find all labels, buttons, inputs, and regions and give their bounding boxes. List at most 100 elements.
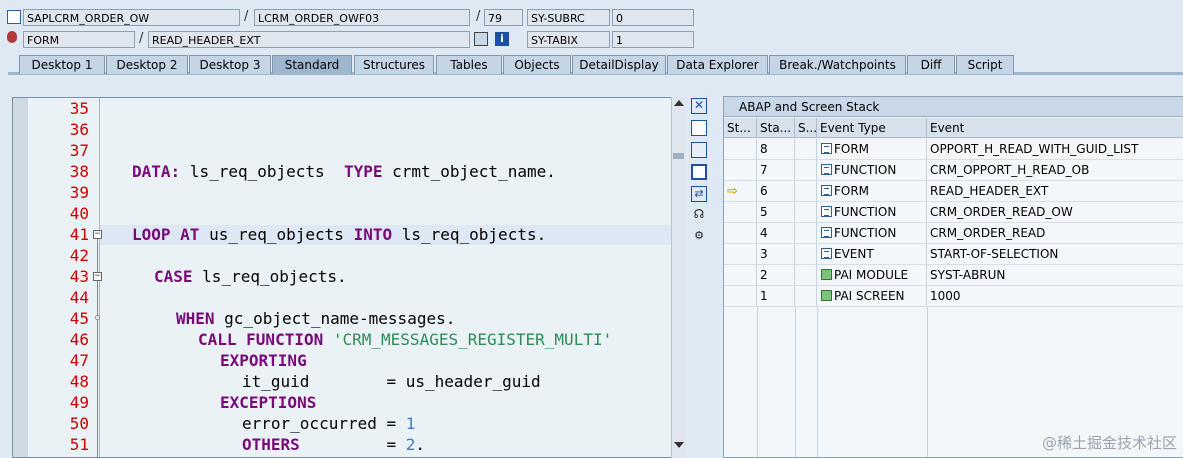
scroll-down-arrow-icon[interactable]: [674, 442, 684, 448]
tab-script[interactable]: Script: [956, 55, 1014, 74]
line-number: 43: [69, 267, 89, 286]
sysvar-label-tabix: SY-TABIX: [527, 31, 610, 48]
code-line-49: EXCEPTIONS: [220, 393, 317, 412]
line-number: 44: [69, 288, 89, 307]
table-cell-icon: [795, 265, 817, 286]
sysvar-value-tabix[interactable]: 1: [612, 31, 694, 48]
screen-icon: [821, 269, 832, 280]
sysvar-value-subrc[interactable]: 0: [612, 9, 694, 26]
separator-slash: /: [244, 9, 249, 24]
program-icon: [7, 10, 21, 24]
tab-standard[interactable]: Standard: [272, 55, 352, 74]
services-icon[interactable]: ☊: [691, 207, 707, 223]
fold-toggle-icon[interactable]: −: [93, 230, 102, 239]
table-cell-event-type[interactable]: FUNCTION: [817, 202, 927, 223]
line-number: 48: [69, 372, 89, 391]
swap-icon[interactable]: ⇄: [691, 186, 707, 202]
line-number: 45: [69, 309, 89, 328]
line-number-field[interactable]: 79: [484, 9, 523, 26]
table-cell-event-type[interactable]: EVENT: [817, 244, 927, 265]
event-name-field[interactable]: READ_HEADER_EXT: [148, 31, 470, 48]
tab-breakpoints[interactable]: Break./Watchpoints: [769, 55, 906, 74]
fold-line: [97, 239, 98, 272]
separator-slash: /: [139, 31, 144, 46]
include-field[interactable]: LCRM_ORDER_OWF03: [254, 9, 470, 26]
maximize-icon[interactable]: [691, 164, 707, 180]
close-icon[interactable]: ✕: [691, 98, 707, 114]
table-cell-event[interactable]: CRM_ORDER_READ_OW: [927, 202, 1183, 223]
table-cell-icon: [795, 181, 817, 202]
column-header-status[interactable]: St...: [724, 118, 757, 138]
table-cell-icon: [795, 139, 817, 160]
table-cell-event[interactable]: 1000: [927, 286, 1183, 307]
breakpoint-gutter[interactable]: [13, 98, 28, 457]
table-cell-event-type[interactable]: PAI SCREEN: [817, 286, 927, 307]
column-header-s[interactable]: S...: [795, 118, 817, 138]
table-cell-event-type[interactable]: FORM: [817, 139, 927, 160]
table-cell-event-type[interactable]: FUNCTION: [817, 160, 927, 181]
document-icon: [821, 185, 832, 196]
tab-structures[interactable]: Structures: [354, 55, 434, 74]
tab-desktop-3[interactable]: Desktop 3: [189, 55, 271, 74]
table-cell-event[interactable]: START-OF-SELECTION: [927, 244, 1183, 265]
table-cell-event-type[interactable]: PAI MODULE: [817, 265, 927, 286]
settings-icon[interactable]: ⚙: [691, 228, 707, 244]
fold-toggle-icon[interactable]: −: [93, 272, 102, 281]
line-number: 46: [69, 330, 89, 349]
tab-tables[interactable]: Tables: [436, 55, 502, 74]
details-icon[interactable]: [474, 32, 488, 46]
column-header-event[interactable]: Event: [927, 118, 1183, 138]
tab-data-explorer[interactable]: Data Explorer: [667, 55, 768, 74]
program-field[interactable]: SAPLCRM_ORDER_OW: [23, 9, 240, 26]
table-cell-level: 4: [757, 223, 795, 244]
line-number: 39: [69, 183, 89, 202]
replace-tool-icon[interactable]: [691, 142, 707, 158]
line-number: 40: [69, 204, 89, 223]
table-cell-event[interactable]: SYST-ABRUN: [927, 265, 1183, 286]
separator-slash: /: [476, 9, 481, 24]
current-frame-arrow-icon: ⇨: [727, 184, 738, 199]
tab-desktop-1[interactable]: Desktop 1: [19, 55, 105, 74]
fold-node-icon: [95, 315, 100, 320]
table-cell-level: 5: [757, 202, 795, 223]
table-cell-event[interactable]: READ_HEADER_EXT: [927, 181, 1183, 202]
code-line-43: CASE ls_req_objects.: [154, 267, 347, 286]
line-number: 49: [69, 393, 89, 412]
watermark-text: @稀土掘金技术社区: [1041, 434, 1177, 452]
table-cell-status: ⇨: [724, 181, 757, 202]
scroll-up-arrow-icon[interactable]: [674, 100, 684, 106]
line-number: 37: [69, 141, 89, 160]
code-line-48: it_guid = us_header_guid: [242, 372, 541, 391]
table-cell-status: [724, 223, 757, 244]
column-header-stack-level[interactable]: Sta...: [757, 118, 795, 138]
code-line-50: error_occurred = 1: [242, 414, 416, 433]
tab-desktop-2[interactable]: Desktop 2: [106, 55, 188, 74]
line-number: 35: [69, 99, 89, 118]
new-tool-icon[interactable]: [691, 120, 707, 136]
table-cell-event-type[interactable]: FUNCTION: [817, 223, 927, 244]
line-number: 41: [69, 225, 89, 244]
table-cell-event[interactable]: CRM_OPPORT_H_READ_OB: [927, 160, 1183, 181]
table-cell-icon: [795, 202, 817, 223]
line-number: 50: [69, 414, 89, 433]
event-type-field[interactable]: FORM: [23, 31, 135, 48]
table-cell-level: 7: [757, 160, 795, 181]
table-cell-event-type[interactable]: FORM: [817, 181, 927, 202]
column-header-event-type[interactable]: Event Type: [817, 118, 927, 138]
table-cell-status: [724, 265, 757, 286]
table-cell-icon: [795, 244, 817, 265]
table-cell-event[interactable]: OPPORT_H_READ_WITH_GUID_LIST: [927, 139, 1183, 160]
tab-detaildisplay[interactable]: DetailDisplay: [572, 55, 666, 74]
code-line-47: EXPORTING: [220, 351, 307, 370]
table-cell-event[interactable]: CRM_ORDER_READ: [927, 223, 1183, 244]
code-line-51: OTHERS = 2.: [242, 435, 426, 454]
tab-diff[interactable]: Diff: [907, 55, 955, 74]
document-icon: [821, 248, 832, 259]
table-cell-level: 8: [757, 139, 795, 160]
info-icon[interactable]: i: [495, 32, 509, 46]
editor-scrollbar[interactable]: [671, 97, 685, 458]
scroll-thumb[interactable]: [673, 153, 684, 159]
table-cell-status: [724, 244, 757, 265]
source-code-editor[interactable]: 35 36 37 38 39 40 41 42 43 44 45 46 47 4…: [12, 97, 685, 458]
tab-objects[interactable]: Objects: [503, 55, 571, 74]
